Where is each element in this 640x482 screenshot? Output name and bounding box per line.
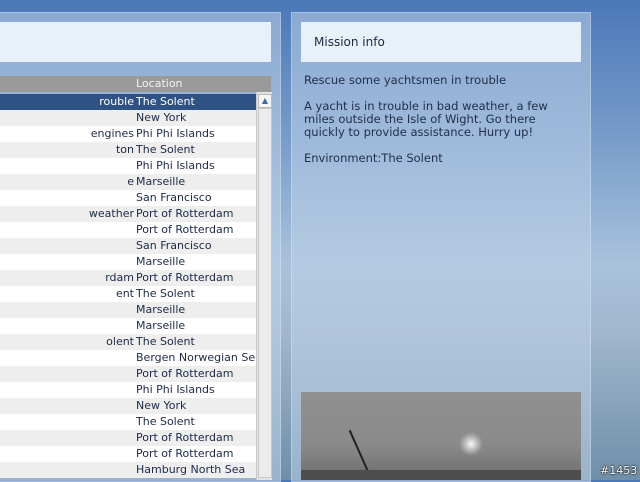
table-row[interactable]: e Marseille [0,174,256,190]
table-row[interactable]: olent The Solent [0,334,256,350]
table-row[interactable]: Marseille [0,254,256,270]
cell-location: The Solent [136,143,195,156]
preview-sea [301,470,581,480]
cell-location: Port of Rotterdam [136,207,234,220]
table-row[interactable]: rouble The Solent [0,94,256,110]
cell-mission-name: engines [90,127,134,140]
cell-mission-name: e [127,175,134,188]
table-row[interactable]: Phi Phi Islands [0,158,256,174]
cell-location: The Solent [136,335,195,348]
mission-preview-image [301,392,581,480]
scrollbar-thumb[interactable] [258,108,272,478]
mission-environment: Environment:The Solent [304,151,443,165]
cell-location: Port of Rotterdam [136,431,234,444]
mission-description: A yacht is in trouble in bad weather, a … [304,99,548,139]
table-row[interactable]: San Francisco [0,190,256,206]
table-row[interactable]: San Francisco [0,238,256,254]
cell-location: New York [136,399,187,412]
triangle-up-icon: ▲ [261,96,269,105]
table-rows: rouble The Solent New York engines Phi Phi I… [0,94,256,480]
cell-location: Marseille [136,255,186,268]
table-row[interactable]: Port of Rotterdam [0,446,256,462]
table-row[interactable]: Marseille [0,318,256,334]
cell-mission-name: ton [115,143,134,156]
cell-location: Marseille [136,319,186,332]
table-scrollbar[interactable]: ▲ [256,92,272,480]
cell-mission-name: rouble [99,95,134,108]
table-row[interactable]: Port of Rotterdam [0,430,256,446]
table-row[interactable]: New York [0,398,256,414]
table-row[interactable]: Port of Rotterdam [0,366,256,382]
cell-location: Phi Phi Islands [136,159,215,172]
cell-mission-name: weather [88,207,134,220]
table-header: Location [0,76,271,92]
mission-info-header: Mission info [301,22,581,62]
cell-mission-name: rdam [105,271,134,284]
cell-location: Phi Phi Islands [136,127,215,140]
table-row[interactable]: ton The Solent [0,142,256,158]
cell-location: Bergen Norwegian Se [136,351,256,364]
cell-location: The Solent [136,287,195,300]
table-row[interactable]: weather Port of Rotterdam [0,206,256,222]
table-row[interactable]: Phi Phi Islands [0,382,256,398]
mission-name: Rescue some yachtsmen in trouble [304,73,507,87]
cell-location: Hamburg North Sea [136,463,246,476]
cell-location: Port of Rotterdam [136,271,234,284]
cell-location: Marseille [136,303,186,316]
table-row[interactable]: Hamburg North Sea [0,462,256,478]
cell-location: Marseille [136,175,186,188]
cell-location: Port of Rotterdam [136,447,234,460]
table-row[interactable]: Bergen Norwegian Se [0,350,256,366]
mission-table: Location rouble The Solent New York engines… [0,76,272,480]
cell-location: The Solent [136,95,195,108]
cell-mission-name: olent [106,335,134,348]
column-header-location[interactable]: Location [136,77,183,90]
table-row[interactable]: New York [0,110,256,126]
table-row[interactable]: rdam Port of Rotterdam [0,270,256,286]
cell-location: San Francisco [136,191,212,204]
table-row[interactable]: engines Phi Phi Islands [0,126,256,142]
cell-location: Port of Rotterdam [136,367,234,380]
cell-location: The Solent [136,415,195,428]
table-row[interactable]: The Solent [0,414,256,430]
table-row[interactable]: Marseille [0,302,256,318]
table-row[interactable]: ent The Solent [0,286,256,302]
cell-location: San Francisco [136,239,212,252]
preview-sun [459,432,483,456]
mission-info-title: Mission info [314,35,385,49]
mission-list-header [0,22,271,62]
cell-location: Port of Rotterdam [136,223,234,236]
cell-location: New York [136,111,187,124]
cell-mission-name: ent [115,287,134,300]
scroll-up-button[interactable]: ▲ [258,94,272,108]
mission-info-body: Rescue some yachtsmen in trouble A yacht… [304,74,574,178]
cell-location: Phi Phi Islands [136,383,215,396]
table-row[interactable]: Port of Rotterdam [0,222,256,238]
image-id-label: #1453 [600,464,638,477]
